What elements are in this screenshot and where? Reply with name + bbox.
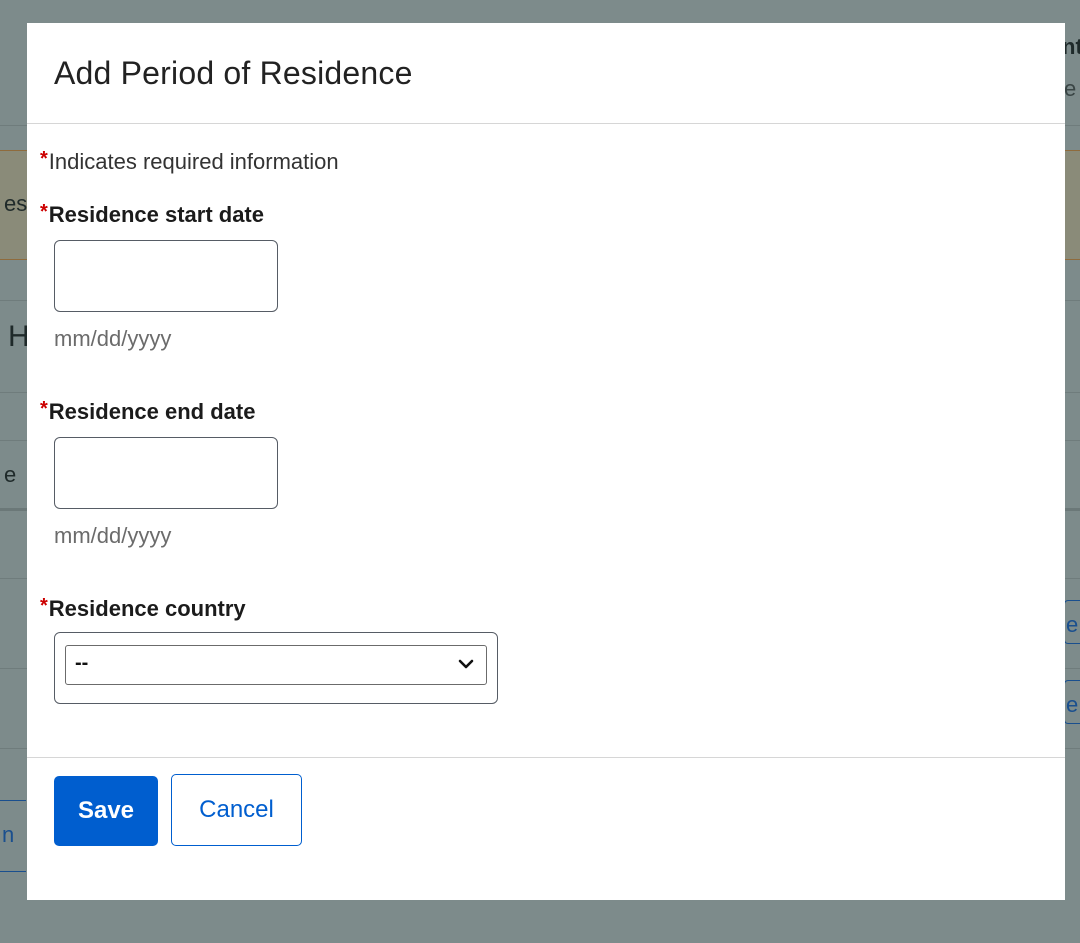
start-date-hint: mm/dd/yyyy: [54, 326, 172, 351]
end-date-label: *Residence end date: [40, 394, 1065, 427]
country-select[interactable]: --: [65, 645, 487, 685]
country-select-container: --: [54, 632, 498, 704]
end-date-hint: mm/dd/yyyy: [54, 523, 172, 548]
bg-link-text: n: [2, 822, 15, 847]
end-date-input[interactable]: [54, 437, 278, 509]
start-date-label-text: Residence start date: [48, 202, 264, 227]
bg-text-fragment: e: [1064, 76, 1077, 101]
required-note-text: Indicates required information: [48, 149, 339, 174]
chevron-down-icon: [458, 659, 474, 669]
bg-link-text: e: [1066, 692, 1079, 717]
required-asterisk: *: [40, 398, 48, 420]
start-date-label: *Residence start date: [40, 197, 1065, 230]
country-field: *Residence country --: [40, 591, 1065, 704]
required-asterisk: *: [40, 148, 48, 170]
bg-text-fragment: e: [4, 462, 17, 487]
required-asterisk: *: [40, 201, 48, 223]
required-asterisk: *: [40, 595, 48, 617]
start-date-input[interactable]: [54, 240, 278, 312]
bg-text-fragment: es: [4, 191, 28, 216]
dialog-body: *Indicates required information *Residen…: [27, 124, 1065, 704]
country-label-text: Residence country: [48, 596, 246, 621]
save-button[interactable]: Save: [54, 776, 158, 846]
required-info-note: *Indicates required information: [40, 144, 1065, 177]
end-date-field: *Residence end date mm/dd/yyyy: [40, 394, 1065, 551]
cancel-button[interactable]: Cancel: [171, 774, 302, 846]
end-date-label-text: Residence end date: [48, 399, 256, 424]
country-label: *Residence country: [40, 591, 1065, 624]
dialog-title: Add Period of Residence: [54, 54, 413, 91]
dialog-header: Add Period of Residence: [27, 23, 1065, 124]
add-residence-dialog: Add Period of Residence *Indicates requi…: [27, 23, 1065, 900]
start-date-field: *Residence start date mm/dd/yyyy: [40, 197, 1065, 354]
dialog-footer: Save Cancel: [27, 757, 1065, 846]
country-select-value: --: [75, 652, 89, 674]
bg-link-text: e: [1066, 612, 1079, 637]
